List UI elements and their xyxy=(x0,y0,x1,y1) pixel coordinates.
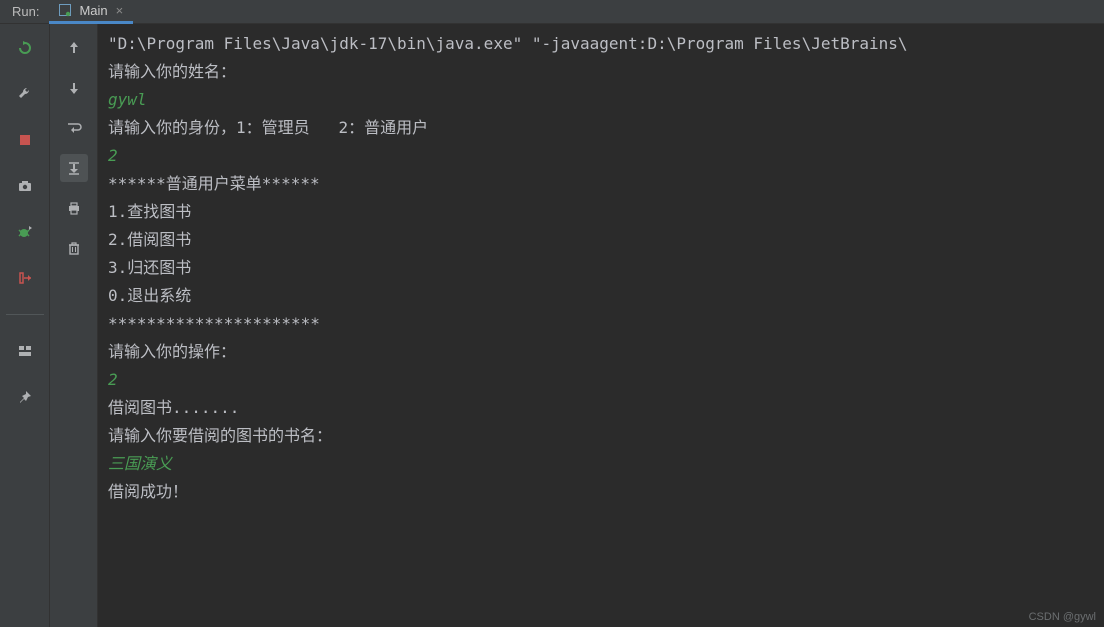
exit-icon[interactable] xyxy=(11,264,39,292)
watermark: CSDN @gywl xyxy=(1029,611,1096,623)
trash-icon[interactable] xyxy=(60,234,88,262)
layout-icon[interactable] xyxy=(11,337,39,365)
pin-icon[interactable] xyxy=(11,383,39,411)
up-icon[interactable] xyxy=(60,34,88,62)
console-input-line: 2 xyxy=(108,366,1096,394)
console-output-line: 请输入你的姓名： xyxy=(108,58,1096,86)
console-output-line: 请输入你要借阅的图书的书名： xyxy=(108,422,1096,450)
console-output-line: ******普通用户菜单****** xyxy=(108,170,1096,198)
scroll-to-end-icon[interactable] xyxy=(60,154,88,182)
console-input-line: gywl xyxy=(108,86,1096,114)
console-output[interactable]: "D:\Program Files\Java\jdk-17\bin\java.e… xyxy=(98,24,1104,627)
close-icon[interactable]: × xyxy=(114,3,126,18)
console-output-line: 0.退出系统 xyxy=(108,282,1096,310)
console-output-line: 1.查找图书 xyxy=(108,198,1096,226)
console-output-line: 请输入你的身份，1：管理员 2：普通用户 xyxy=(108,114,1096,142)
class-icon xyxy=(57,2,73,18)
tab-title: Main xyxy=(79,3,107,18)
print-icon[interactable] xyxy=(60,194,88,222)
separator xyxy=(6,314,44,315)
console-toolbar xyxy=(50,24,98,627)
run-label: Run: xyxy=(0,4,49,19)
stop-icon[interactable] xyxy=(11,126,39,154)
run-tool-header: Run: Main × xyxy=(0,0,1104,24)
down-icon[interactable] xyxy=(60,74,88,102)
console-output-line: 3.归还图书 xyxy=(108,254,1096,282)
run-toolbar-left xyxy=(0,24,50,627)
camera-icon[interactable] xyxy=(11,172,39,200)
run-body: "D:\Program Files\Java\jdk-17\bin\java.e… xyxy=(0,24,1104,627)
console-output-line: 请输入你的操作： xyxy=(108,338,1096,366)
wrench-icon[interactable] xyxy=(11,80,39,108)
console-input-line: 三国演义 xyxy=(108,450,1096,478)
console-output-line: 借阅成功！ xyxy=(108,478,1096,506)
console-output-line: 2.借阅图书 xyxy=(108,226,1096,254)
soft-wrap-icon[interactable] xyxy=(60,114,88,142)
console-input-line: 2 xyxy=(108,142,1096,170)
console-output-line: 借阅图书....... xyxy=(108,394,1096,422)
console-output-line: "D:\Program Files\Java\jdk-17\bin\java.e… xyxy=(108,30,1096,58)
bug-replay-icon[interactable] xyxy=(11,218,39,246)
run-tab-main[interactable]: Main × xyxy=(49,0,133,24)
rerun-icon[interactable] xyxy=(11,34,39,62)
console-output-line: ********************** xyxy=(108,310,1096,338)
